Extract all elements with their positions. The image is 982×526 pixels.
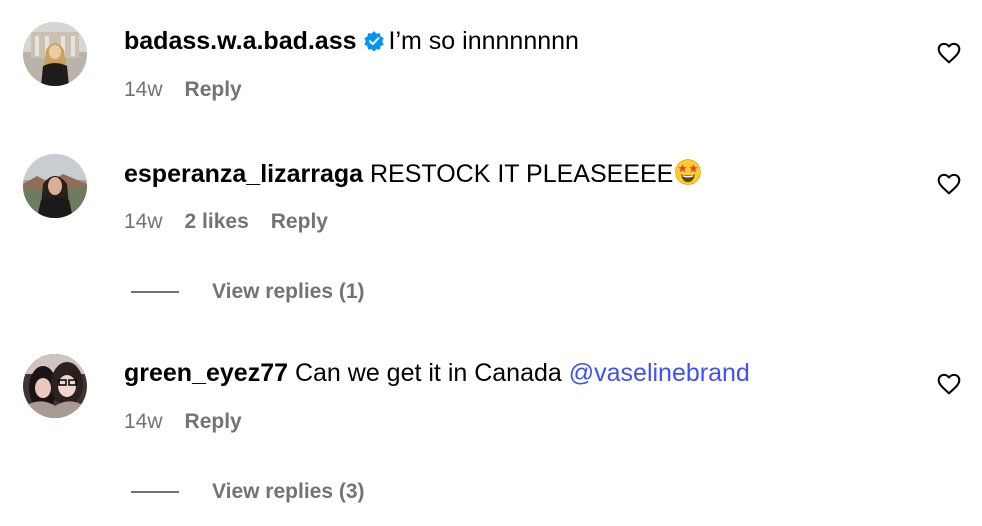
avatar[interactable] <box>23 154 87 218</box>
comment-meta: 14w Reply <box>124 77 264 103</box>
avatar[interactable] <box>23 354 87 418</box>
verified-badge-icon <box>363 29 385 59</box>
comment-text: I’m so innnnnnnn <box>388 27 579 55</box>
comment-item: green_eyez77 Can we get it in Canada @va… <box>0 332 982 442</box>
comment-meta: 14w 2 likes Reply <box>124 209 350 235</box>
heart-icon[interactable] <box>936 171 962 197</box>
likes-count[interactable]: 2 likes <box>185 210 249 233</box>
reply-button[interactable]: Reply <box>185 410 242 433</box>
heart-icon[interactable] <box>936 371 962 397</box>
comment-username[interactable]: esperanza_lizarraga <box>124 160 363 188</box>
comment-timestamp[interactable]: 14w <box>124 78 163 101</box>
comment-meta: 14w Reply <box>124 409 264 435</box>
divider <box>131 291 179 293</box>
reply-button[interactable]: Reply <box>271 210 328 233</box>
comment-username[interactable]: green_eyez77 <box>124 359 288 387</box>
view-replies-button[interactable]: View replies (1) <box>131 277 365 307</box>
comment-body: green_eyez77 Can we get it in Canada @va… <box>124 358 750 388</box>
comment-timestamp[interactable]: 14w <box>124 410 163 433</box>
view-replies-label: View replies (1) <box>212 280 365 303</box>
comment-text: RESTOCK IT PLEASEEEE <box>369 160 674 188</box>
comment-text: Can we get it in Canada <box>294 359 562 387</box>
mention-link[interactable]: @vaselinebrand <box>569 359 750 387</box>
view-replies-button[interactable]: View replies (3) <box>131 477 365 507</box>
comment-body: esperanza_lizarraga RESTOCK IT PLEASEEEE <box>124 158 702 193</box>
view-replies-label: View replies (3) <box>212 480 365 503</box>
comment-username[interactable]: badass.w.a.bad.ass <box>124 27 357 55</box>
comment-body: badass.w.a.bad.ass I’m so innnnnnnn <box>124 26 579 59</box>
star-struck-emoji <box>674 158 702 193</box>
reply-button[interactable]: Reply <box>185 78 242 101</box>
avatar[interactable] <box>23 22 87 86</box>
comment-timestamp[interactable]: 14w <box>124 210 163 233</box>
comment-item: esperanza_lizarraga RESTOCK IT PLEASEEEE… <box>0 132 982 242</box>
heart-icon[interactable] <box>936 40 962 66</box>
comment-item: badass.w.a.bad.ass I’m so innnnnnnn 14w Re… <box>0 0 982 110</box>
divider <box>131 491 179 493</box>
